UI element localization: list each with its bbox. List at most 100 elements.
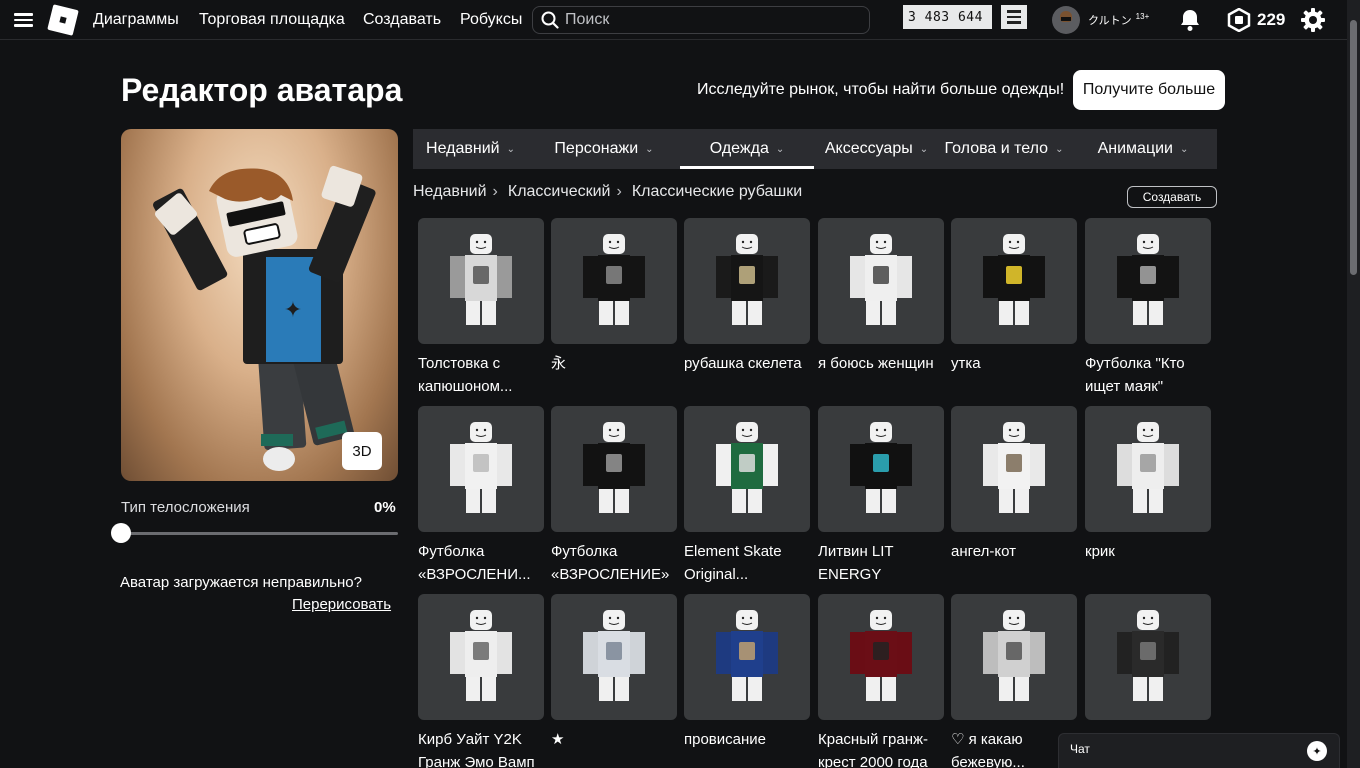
body-type-slider-handle[interactable] [111, 523, 131, 543]
item-card[interactable]: Футболка «ВЗРОСЛЕНИ... [418, 406, 544, 586]
tab-1[interactable]: Персонажи ⌄ [528, 129, 680, 169]
chevron-down-icon: ⌄ [506, 143, 515, 155]
chat-bar[interactable]: Чат ✦ [1058, 733, 1340, 768]
nav-create[interactable]: Создавать [363, 0, 441, 40]
gear-icon[interactable] [1300, 7, 1326, 33]
item-thumbnail[interactable] [418, 406, 544, 532]
item-name[interactable]: рубашка скелета [684, 352, 814, 398]
username-label[interactable]: クルトン 13+ [1088, 12, 1149, 28]
category-tabs: Недавний ⌄ Персонажи ⌄ Одежда ⌄ Аксессуары ⌄ Гол… [413, 129, 1217, 169]
item-card[interactable]: Красный гранж-крест 2000 года [818, 594, 944, 768]
item-thumbnail[interactable] [818, 594, 944, 720]
item-card[interactable]: провисание [684, 594, 810, 768]
item-thumbnail[interactable] [951, 406, 1077, 532]
item-card[interactable]: Element Skate Original... [684, 406, 810, 586]
page-scrollbar[interactable] [1347, 0, 1360, 768]
username-text: クルトン [1088, 15, 1132, 27]
item-name[interactable]: ангел-кот [951, 540, 1081, 586]
item-name[interactable]: Кирб Уайт Y2K Гранж Эмо Вамп [418, 728, 548, 768]
tab-label: Анимации [1097, 140, 1173, 157]
item-thumbnail[interactable] [951, 218, 1077, 344]
item-thumbnail[interactable] [418, 594, 544, 720]
item-name[interactable]: Футболка "Кто ищет маяк" [1085, 352, 1215, 398]
chevron-down-icon: ⌄ [1055, 143, 1064, 155]
item-card[interactable]: Футболка «ВЗРОСЛЕНИЕ» [551, 406, 677, 586]
hamburger-menu-icon[interactable] [14, 0, 36, 40]
item-thumbnail[interactable] [551, 594, 677, 720]
counter-menu-icon[interactable] [1001, 5, 1027, 29]
search-input[interactable] [565, 11, 845, 29]
item-thumbnail[interactable] [551, 218, 677, 344]
item-card[interactable]: 永 [551, 218, 677, 398]
item-name[interactable]: Футболка «ВЗРОСЛЕНИЕ» [551, 540, 681, 586]
chevron-down-icon: ⌄ [645, 143, 654, 155]
item-thumbnail[interactable] [551, 406, 677, 532]
get-more-button[interactable]: Получите больше [1073, 70, 1225, 110]
chevron-down-icon: ⌄ [1180, 143, 1189, 155]
item-card[interactable]: ★ [551, 594, 677, 768]
item-card[interactable]: крик [1085, 406, 1211, 586]
item-thumbnail[interactable] [951, 594, 1077, 720]
item-name[interactable]: утка [951, 352, 1081, 398]
scrollbar-thumb[interactable] [1350, 20, 1357, 275]
tab-2[interactable]: Одежда ⌄ [680, 129, 814, 169]
item-card[interactable]: я боюсь женщин [818, 218, 944, 398]
item-name[interactable]: я боюсь женщин [818, 352, 948, 398]
tab-label: Одежда [709, 140, 769, 157]
item-name[interactable]: провисание [684, 728, 814, 768]
avatar-figure: ✦ [153, 165, 376, 471]
item-name[interactable]: крик [1085, 540, 1215, 586]
robux-icon[interactable] [1227, 8, 1251, 32]
item-thumbnail[interactable] [1085, 406, 1211, 532]
item-name[interactable]: 永 [551, 352, 681, 398]
item-name[interactable]: Element Skate Original... [684, 540, 814, 586]
tab-3[interactable]: Аксессуары ⌄ [814, 129, 939, 169]
item-thumbnail[interactable] [818, 218, 944, 344]
tab-0[interactable]: Недавний ⌄ [413, 129, 528, 169]
new-chat-icon[interactable]: ✦ [1307, 741, 1327, 761]
promo-text: Исследуйте рынок, чтобы найти больше оде… [697, 81, 1065, 98]
avatar-preview[interactable]: ✦ [121, 129, 398, 481]
item-card[interactable]: Кирб Уайт Y2K Гранж Эмо Вамп [418, 594, 544, 768]
chevron-right-icon: › [492, 183, 498, 200]
item-card[interactable]: ангел-кот [951, 406, 1077, 586]
item-name[interactable]: Литвин LIT ENERGY [818, 540, 948, 586]
chevron-down-icon: ⌄ [919, 143, 929, 155]
item-name[interactable]: Толстовка с капюшоном... [418, 352, 548, 398]
item-thumbnail[interactable] [1085, 594, 1211, 720]
breadcrumb-item[interactable]: Классические рубашки [632, 183, 802, 201]
search-icon [541, 11, 559, 29]
tab-4[interactable]: Голова и тело ⌄ [939, 129, 1069, 169]
item-thumbnail[interactable] [1085, 218, 1211, 344]
create-button[interactable]: Создавать [1127, 186, 1217, 208]
counter-readout: 3 483 644 [903, 5, 992, 29]
nav-robux[interactable]: Робуксы [460, 0, 522, 40]
item-card[interactable]: рубашка скелета [684, 218, 810, 398]
nav-charts[interactable]: Диаграммы [93, 0, 179, 40]
breadcrumb-item[interactable]: Классический [508, 183, 611, 201]
tab-label: Аксессуары [824, 140, 913, 157]
item-name[interactable]: Красный гранж-крест 2000 года [818, 728, 948, 768]
robux-balance[interactable]: 229 [1257, 10, 1285, 30]
breadcrumb-item[interactable]: Недавний [413, 183, 487, 201]
item-name[interactable]: ★ [551, 728, 681, 768]
body-type-slider-track[interactable] [121, 532, 398, 535]
roblox-logo[interactable] [47, 4, 79, 36]
redraw-link[interactable]: Перерисовать [292, 596, 391, 613]
item-name[interactable]: Футболка «ВЗРОСЛЕНИ... [418, 540, 548, 586]
item-thumbnail[interactable] [684, 594, 810, 720]
toggle-3d-button[interactable]: 3D [342, 432, 382, 470]
nav-marketplace[interactable]: Торговая площадка [199, 0, 345, 40]
top-navigation-bar: Диаграммы Торговая площадка Создавать Ро… [0, 0, 1347, 40]
item-thumbnail[interactable] [818, 406, 944, 532]
item-thumbnail[interactable] [684, 406, 810, 532]
tab-5[interactable]: Анимации ⌄ [1069, 129, 1217, 169]
item-card[interactable]: утка [951, 218, 1077, 398]
item-card[interactable]: Толстовка с капюшоном... [418, 218, 544, 398]
item-thumbnail[interactable] [418, 218, 544, 344]
item-thumbnail[interactable] [684, 218, 810, 344]
item-card[interactable]: Литвин LIT ENERGY [818, 406, 944, 586]
user-avatar[interactable] [1052, 6, 1080, 34]
notification-bell-icon[interactable] [1178, 8, 1202, 32]
item-card[interactable]: Футболка "Кто ищет маяк" [1085, 218, 1211, 398]
